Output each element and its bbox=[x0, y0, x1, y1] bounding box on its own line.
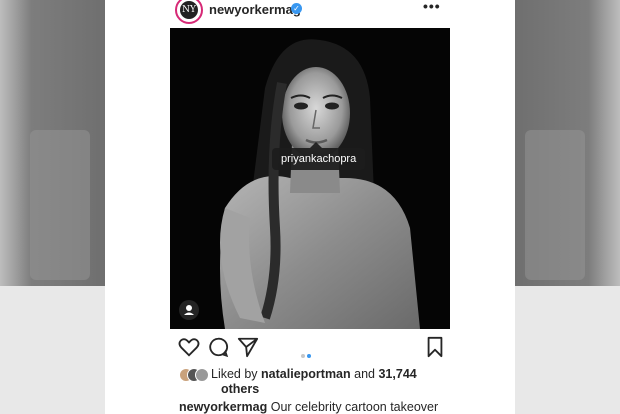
liker-avatars bbox=[179, 368, 209, 382]
likes-count[interactable]: 31,744 bbox=[378, 367, 416, 381]
background-left-band bbox=[0, 286, 105, 414]
likes-prefix: Liked by bbox=[211, 367, 258, 381]
post-photo[interactable]: priyankachopra bbox=[170, 28, 450, 329]
avatar-monogram: NY bbox=[180, 1, 198, 19]
verified-badge-icon: ✓ bbox=[291, 3, 302, 14]
profile-avatar[interactable]: NY bbox=[175, 0, 203, 24]
post-header: NY newyorkermag ✓ ••• bbox=[105, 0, 515, 24]
carousel-indicator bbox=[300, 345, 312, 363]
background-right-band bbox=[515, 286, 620, 414]
liker-username[interactable]: natalieportman bbox=[261, 367, 351, 381]
instagram-post-card: NY newyorkermag ✓ ••• priyankachopra Lik… bbox=[105, 0, 515, 414]
user-tag-label[interactable]: priyankachopra bbox=[272, 148, 366, 170]
likes-line: Liked by natalieportman and 31,744 bbox=[211, 367, 417, 382]
avatar bbox=[195, 368, 209, 382]
portrait-illustration bbox=[170, 28, 450, 329]
post-actions-bar bbox=[170, 336, 450, 358]
caption-text: Our celebrity cartoon takeover bbox=[270, 400, 439, 414]
carousel-dot bbox=[301, 354, 305, 358]
share-icon[interactable] bbox=[237, 336, 259, 358]
blurred-photo-fragment bbox=[525, 130, 585, 280]
post-caption: newyorkermag Our celebrity cartoon takeo… bbox=[179, 400, 479, 414]
heart-icon[interactable] bbox=[178, 336, 200, 358]
likes-joiner: and bbox=[354, 367, 375, 381]
more-options-icon[interactable]: ••• bbox=[423, 0, 441, 14]
likes-others[interactable]: others bbox=[221, 382, 259, 397]
bookmark-icon[interactable] bbox=[424, 336, 446, 358]
caption-username[interactable]: newyorkermag bbox=[179, 400, 267, 414]
comment-icon[interactable] bbox=[207, 336, 229, 358]
carousel-dot-active bbox=[307, 354, 311, 358]
post-username[interactable]: newyorkermag bbox=[209, 2, 301, 17]
person-icon[interactable] bbox=[179, 300, 199, 320]
blurred-photo-fragment bbox=[30, 130, 90, 280]
